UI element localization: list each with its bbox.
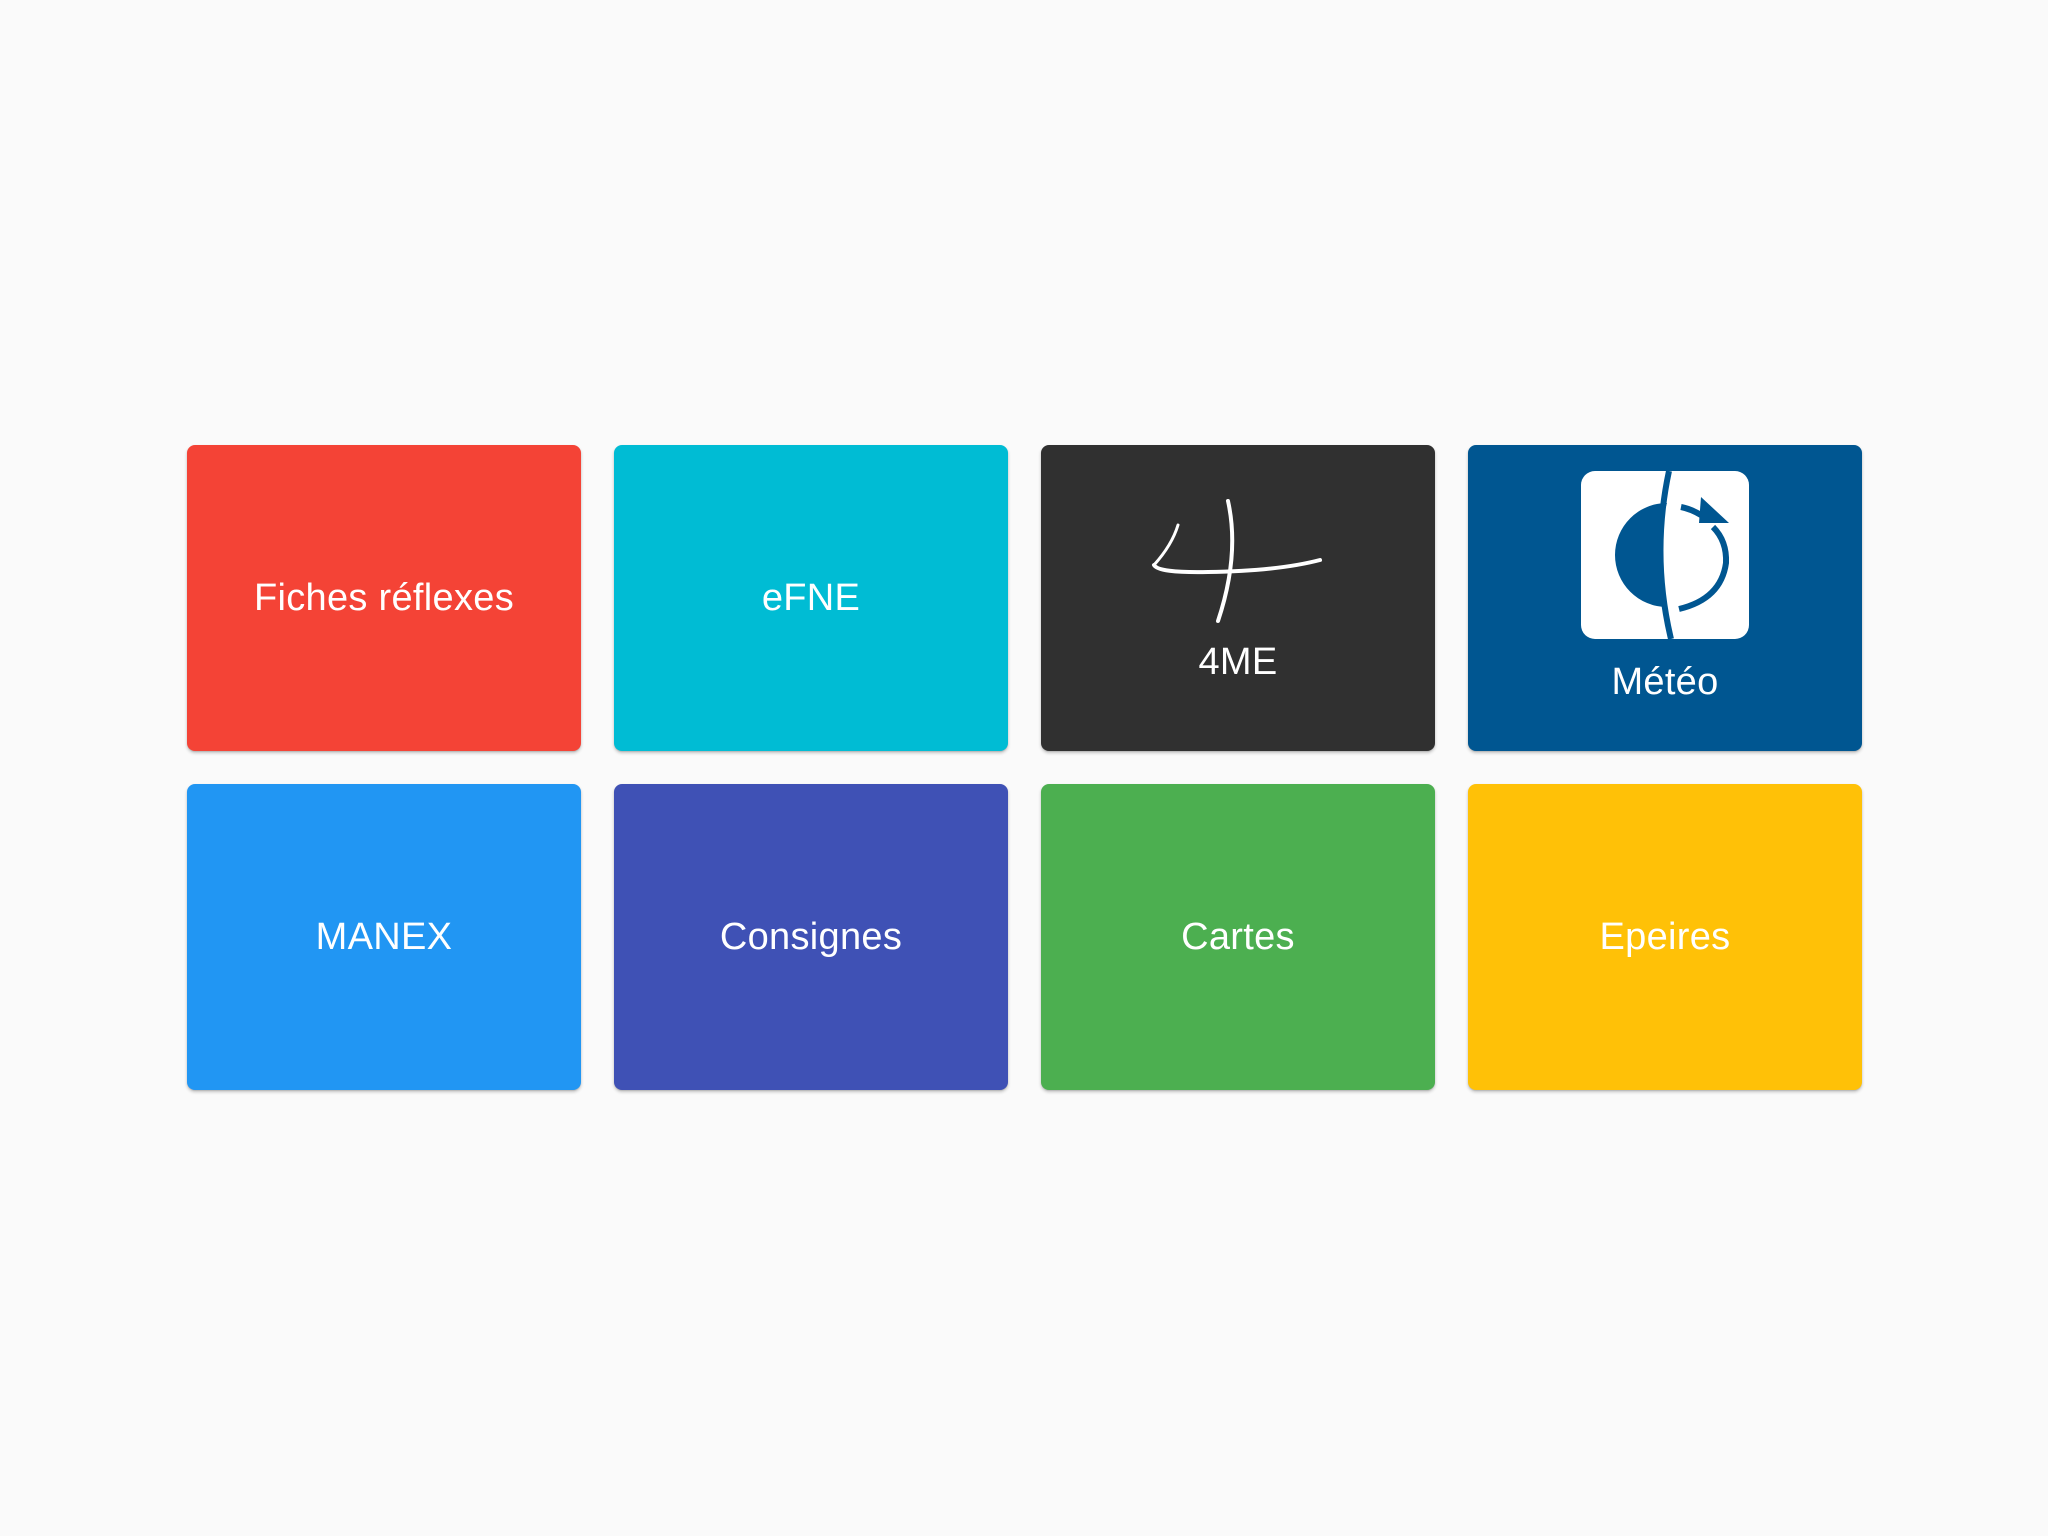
tile-4me[interactable]: 4ME [1041, 445, 1435, 751]
tile-fiches-reflexes[interactable]: Fiches réflexes [187, 445, 581, 751]
app-launcher-grid: Fiches réflexes eFNE 4ME Météo MANEX Con… [187, 445, 1862, 1090]
tile-label: Fiches réflexes [253, 576, 515, 619]
tile-label: Epeires [1599, 915, 1731, 958]
tile-epeires[interactable]: Epeires [1468, 784, 1862, 1090]
tile-label: MANEX [315, 915, 453, 958]
tile-cartes[interactable]: Cartes [1041, 784, 1435, 1090]
tile-label: Météo [1611, 660, 1719, 703]
tile-label: eFNE [761, 576, 861, 619]
tile-label: Consignes [719, 915, 903, 958]
tile-label: 4ME [1198, 640, 1278, 683]
tile-consignes[interactable]: Consignes [614, 784, 1008, 1090]
tile-manex[interactable]: MANEX [187, 784, 581, 1090]
tile-efne[interactable]: eFNE [614, 445, 1008, 751]
meteo-logo-icon [1581, 470, 1749, 639]
tile-label: Cartes [1181, 915, 1295, 958]
4me-logo-icon [1152, 498, 1322, 623]
tile-meteo[interactable]: Météo [1468, 445, 1862, 751]
